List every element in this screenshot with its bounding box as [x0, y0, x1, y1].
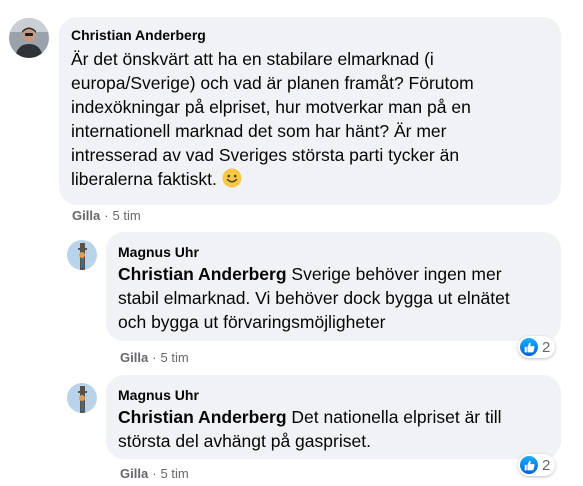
comment-actions: Gilla · 5 tim	[72, 208, 141, 224]
reply-bubble: Magnus Uhr Christian Anderberg Det natio…	[106, 375, 561, 459]
reply-actions: Gilla · 5 tim	[120, 466, 189, 482]
timestamp[interactable]: 5 tim	[161, 350, 189, 366]
comment-text: Är det önskvärt att ha en stabilare elma…	[71, 47, 549, 194]
reaction-count[interactable]: 2	[518, 336, 556, 358]
thumbs-up-icon	[520, 456, 538, 474]
mention-link[interactable]: Christian Anderberg	[118, 264, 287, 284]
reply-actions: Gilla · 5 tim	[120, 350, 189, 366]
comment-bubble: Christian Anderberg Är det önskvärt att …	[59, 17, 561, 205]
avatar-magnus[interactable]	[67, 383, 97, 413]
profile-photo-icon	[67, 240, 97, 270]
like-button[interactable]: Gilla	[72, 208, 100, 224]
reply-text: Christian Anderberg Sverige behöver inge…	[118, 264, 510, 332]
avatar-christian[interactable]	[9, 18, 49, 58]
profile-photo-icon	[67, 383, 97, 413]
like-button[interactable]: Gilla	[120, 350, 148, 366]
reply-text: Christian Anderberg Det nationella elpri…	[118, 407, 502, 451]
avatar-magnus[interactable]	[67, 240, 97, 270]
comment-author[interactable]: Christian Anderberg	[71, 26, 549, 44]
reply-author[interactable]: Magnus Uhr	[118, 243, 549, 261]
timestamp[interactable]: 5 tim	[161, 466, 189, 482]
slightly-smiling-face-icon	[222, 168, 242, 194]
like-button[interactable]: Gilla	[120, 466, 148, 482]
reaction-count[interactable]: 2	[518, 454, 556, 476]
reply-bubble: Magnus Uhr Christian Anderberg Sverige b…	[106, 232, 561, 341]
timestamp[interactable]: 5 tim	[113, 208, 141, 224]
reply-author[interactable]: Magnus Uhr	[118, 386, 549, 404]
mention-link[interactable]: Christian Anderberg	[118, 407, 287, 427]
thumbs-up-icon	[520, 338, 538, 356]
profile-photo-icon	[9, 18, 49, 58]
